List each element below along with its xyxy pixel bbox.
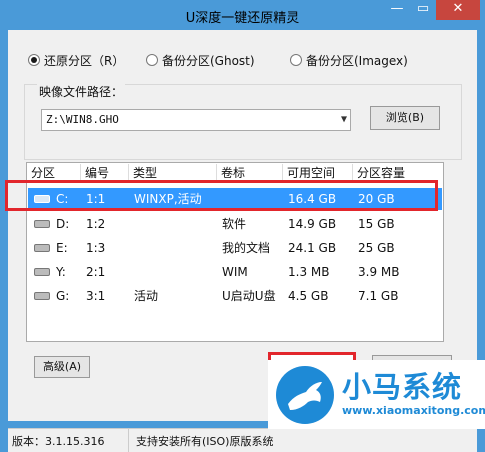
watermark-logo: 小马系统 www.xiaomaxitong.com <box>268 360 485 429</box>
status-support: 支持安装所有(ISO)原版系统 <box>136 435 274 448</box>
table-row[interactable]: Y: 2:1 WIM 1.3 MB 3.9 MB <box>28 261 442 283</box>
chevron-down-icon[interactable]: ▼ <box>341 110 347 130</box>
cell-size: 7.1 GB <box>358 289 399 303</box>
cell-size: 15 GB <box>358 217 395 231</box>
cell-size: 3.9 MB <box>358 265 400 279</box>
advanced-button[interactable]: 高级(A) <box>34 356 90 378</box>
horse-logo-icon <box>276 366 334 424</box>
radio-backup-imagex-label: 备份分区(Imagex) <box>306 53 408 68</box>
cell-free: 1.3 MB <box>288 265 330 279</box>
radio-backup-ghost-label: 备份分区(Ghost) <box>162 53 255 68</box>
table-row[interactable]: E: 1:3 我的文档 24.1 GB 25 GB <box>28 237 442 259</box>
maximize-button[interactable]: ▭ <box>410 0 436 20</box>
cell-number: 1:2 <box>86 217 106 231</box>
radio-backup-ghost[interactable]: 备份分区(Ghost) <box>146 52 255 68</box>
cell-size: 25 GB <box>358 241 395 255</box>
radio-restore[interactable]: 还原分区（R） <box>28 52 124 68</box>
cell-free: 14.9 GB <box>288 217 337 231</box>
image-path-label: 映像文件路径： <box>37 83 126 100</box>
table-row[interactable]: G: 3:1 活动 U启动U盘 4.5 GB 7.1 GB <box>28 285 442 307</box>
minimize-button[interactable]: — <box>384 0 410 20</box>
image-path-group: 映像文件路径： Z:\WIN8.GHO ▼ 浏览(B) <box>24 83 462 160</box>
cell-number: 1:3 <box>86 241 106 255</box>
title-bar: U深度一键还原精灵 — ▭ ✕ <box>0 0 485 30</box>
radio-backup-imagex[interactable]: 备份分区(Imagex) <box>290 52 408 68</box>
cell-label: WIM <box>222 265 248 279</box>
drive-icon <box>34 220 50 228</box>
selection-highlight-box <box>5 180 438 211</box>
browse-button[interactable]: 浏览(B) <box>370 106 440 130</box>
cell-drive: Y: <box>56 265 66 279</box>
drive-icon <box>34 244 50 252</box>
radio-indicator[interactable] <box>146 54 158 66</box>
watermark-url: www.xiaomaxitong.com <box>342 404 485 417</box>
cell-label: 软件 <box>222 217 247 231</box>
radio-restore-label: 还原分区（R） <box>44 53 125 68</box>
cell-number: 2:1 <box>86 265 106 279</box>
radio-indicator[interactable] <box>290 54 302 66</box>
cell-drive: G: <box>56 289 70 303</box>
table-row[interactable]: D: 1:2 软件 14.9 GB 15 GB <box>28 213 442 235</box>
status-bar: 版本：3.1.15.316 支持安装所有(ISO)原版系统 <box>8 428 477 452</box>
cell-drive: E: <box>56 241 68 255</box>
cell-type: 活动 <box>134 289 159 303</box>
cell-free: 4.5 GB <box>288 289 329 303</box>
close-button[interactable]: ✕ <box>436 0 480 20</box>
cell-label: U启动U盘 <box>222 289 276 303</box>
cell-label: 我的文档 <box>222 241 271 255</box>
horse-icon <box>288 382 322 410</box>
image-path-combo[interactable]: Z:\WIN8.GHO ▼ <box>41 109 351 131</box>
cell-number: 3:1 <box>86 289 106 303</box>
cell-drive: D: <box>56 217 70 231</box>
drive-icon <box>34 292 50 300</box>
watermark-text: 小马系统 <box>342 370 463 404</box>
status-version: 版本：3.1.15.316 <box>12 435 105 448</box>
radio-indicator[interactable] <box>28 54 40 66</box>
cell-free: 24.1 GB <box>288 241 337 255</box>
image-path-value: Z:\WIN8.GHO <box>46 113 119 126</box>
status-divider <box>128 429 129 452</box>
drive-icon <box>34 268 50 276</box>
